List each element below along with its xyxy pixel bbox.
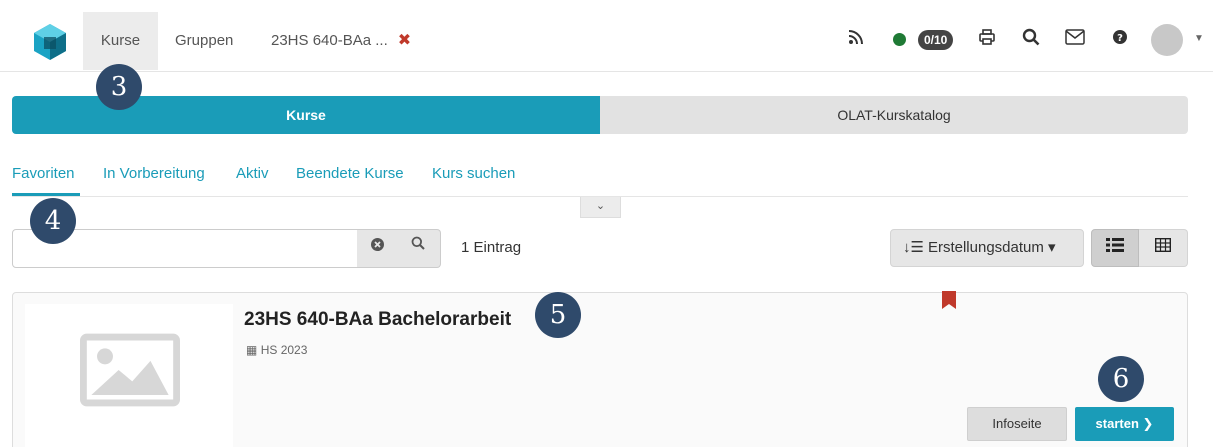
search-icon[interactable] xyxy=(411,236,425,254)
subtab-beendete-kurse[interactable]: Beendete Kurse xyxy=(296,165,404,182)
subtab-kurs-suchen[interactable]: Kurs suchen xyxy=(432,165,515,182)
chevron-right-icon: ❯ xyxy=(1142,416,1154,431)
subtab-favoriten[interactable]: Favoriten xyxy=(12,165,75,182)
list-view-button[interactable] xyxy=(1091,229,1139,267)
nav-tab-course[interactable]: 23HS 640-BAa ... ✖ xyxy=(271,12,411,70)
start-label: starten xyxy=(1095,416,1139,431)
infoseite-button[interactable]: Infoseite xyxy=(967,407,1067,441)
marker-6: 6 xyxy=(1098,356,1144,402)
svg-text:?: ? xyxy=(1117,33,1123,44)
course-semester: ▦ HS 2023 xyxy=(246,343,307,357)
expand-filter-toggle[interactable]: ⌄ xyxy=(580,197,621,218)
olat-logo-icon[interactable] xyxy=(33,23,67,61)
marker-3: 3 xyxy=(96,64,142,110)
help-icon[interactable]: ? xyxy=(1112,28,1128,50)
result-count: 1 Eintrag xyxy=(461,239,522,256)
caret-down-icon: ▾ xyxy=(1048,239,1056,256)
print-icon[interactable] xyxy=(976,28,998,50)
marker-5: 5 xyxy=(535,292,581,338)
status-dot-icon xyxy=(893,33,906,46)
clear-search-icon[interactable] xyxy=(371,238,384,254)
top-navbar: Kurse Gruppen 23HS 640-BAa ... ✖ 0/10 ? ▼ xyxy=(0,0,1213,72)
calendar-icon: ▦ xyxy=(246,343,258,357)
nav-tab-course-label: 23HS 640-BAa ... xyxy=(271,32,388,49)
sort-label: Erstellungsdatum xyxy=(927,239,1044,256)
semester-label: HS 2023 xyxy=(260,343,308,357)
nav-tab-gruppen[interactable]: Gruppen xyxy=(175,12,233,70)
sort-icon: ↓☰ xyxy=(903,239,924,256)
mail-icon[interactable] xyxy=(1062,28,1088,50)
table-view-icon xyxy=(1154,237,1172,253)
subtab-aktiv[interactable]: Aktiv xyxy=(236,165,269,182)
table-view-button[interactable] xyxy=(1139,229,1188,267)
image-placeholder-icon xyxy=(80,333,180,407)
search-icon[interactable] xyxy=(1020,28,1042,50)
course-title[interactable]: 23HS 640-BAa Bachelorarbeit xyxy=(244,309,511,331)
notification-counter-badge[interactable]: 0/10 xyxy=(918,30,954,50)
nav-tab-kurse[interactable]: Kurse xyxy=(83,12,158,70)
rss-icon[interactable] xyxy=(845,28,867,50)
subtab-in-vorbereitung[interactable]: In Vorbereitung xyxy=(103,165,205,182)
segment-kurskatalog[interactable]: OLAT-Kurskatalog xyxy=(600,96,1188,134)
chevron-down-icon[interactable]: ▼ xyxy=(1194,33,1204,44)
segment-kurse[interactable]: Kurse xyxy=(12,96,600,134)
start-button[interactable]: starten ❯ xyxy=(1075,407,1174,441)
close-icon[interactable]: ✖ xyxy=(398,12,411,70)
sort-dropdown-button[interactable]: ↓☰ Erstellungsdatum ▾ xyxy=(890,229,1084,267)
avatar[interactable] xyxy=(1151,24,1183,56)
search-button-group xyxy=(357,229,441,268)
marker-4: 4 xyxy=(30,198,76,244)
list-view-icon xyxy=(1106,238,1124,252)
chevron-down-icon: ⌄ xyxy=(595,200,606,212)
